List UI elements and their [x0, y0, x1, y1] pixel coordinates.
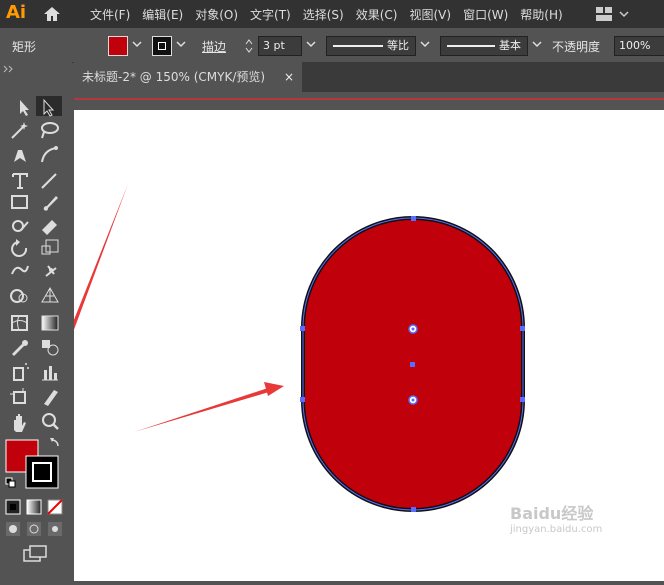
watermark-sub: jingyan.baidu.com: [510, 524, 603, 535]
rectangle-tool-icon[interactable]: [11, 195, 28, 209]
artboard-edge-line: [74, 98, 664, 100]
fill-swatch[interactable]: [108, 36, 128, 56]
document-tab-strip: 未标题-2* @ 150% (CMYK/预览) ×: [74, 62, 664, 92]
zoom-tool-icon[interactable]: [42, 413, 59, 430]
gradient-tool-icon[interactable]: [41, 315, 59, 331]
gradient-mode-icon[interactable]: [26, 499, 42, 515]
menu-select[interactable]: 选择(S): [299, 6, 352, 23]
menu-type[interactable]: 文字(T): [246, 6, 299, 23]
stroke-label[interactable]: 描边: [202, 38, 226, 55]
none-mode-icon[interactable]: [47, 499, 63, 515]
opacity-input[interactable]: 100%: [614, 36, 664, 56]
menu-edit[interactable]: 编辑(E): [138, 6, 191, 23]
opacity-label[interactable]: 不透明度: [552, 38, 600, 55]
screen-mode-icon[interactable]: [23, 545, 47, 562]
magic-wand-tool-icon[interactable]: [11, 122, 28, 139]
pen-tool-icon[interactable]: [14, 150, 26, 162]
chevron-down-icon[interactable]: [532, 39, 542, 49]
draw-normal-icon[interactable]: [6, 522, 20, 536]
chevron-down-icon[interactable]: [306, 39, 316, 49]
chevron-down-icon[interactable]: [132, 39, 142, 49]
draw-behind-icon[interactable]: [27, 522, 41, 536]
eyedropper-tool-icon[interactable]: [12, 340, 28, 356]
variable-width-profile[interactable]: 等比: [326, 36, 416, 56]
menu-window[interactable]: 窗口(W): [459, 6, 516, 23]
chevron-down-icon[interactable]: [176, 39, 186, 49]
perspective-grid-tool-icon[interactable]: [41, 286, 59, 303]
document-tab[interactable]: 未标题-2* @ 150% (CMYK/预览) ×: [74, 62, 302, 92]
paintbrush-tool-icon[interactable]: [43, 196, 58, 211]
eraser-tool-icon[interactable]: [42, 220, 57, 235]
curvature-tool-icon[interactable]: [41, 146, 58, 163]
column-graph-tool-icon[interactable]: [42, 366, 58, 381]
warp-tool-icon[interactable]: [11, 265, 29, 275]
watermark-text: Baidu经验: [510, 504, 594, 523]
watermark: Baidu经验 jingyan.baidu.com: [510, 500, 602, 535]
artboard-tool-icon[interactable]: [10, 388, 26, 404]
selection-tool-icon[interactable]: [20, 100, 29, 116]
type-tool-icon[interactable]: [12, 173, 28, 189]
brush-label: 基本: [499, 39, 521, 52]
artboard-canvas[interactable]: Baidu经验 jingyan.baidu.com: [58, 110, 664, 581]
main-menu: 文件(F) 编辑(E) 对象(O) 文字(T) 选择(S) 效果(C) 视图(V…: [86, 0, 571, 28]
blend-tool-icon[interactable]: [42, 340, 59, 356]
scale-tool-icon[interactable]: [41, 239, 59, 255]
draw-inside-icon[interactable]: [48, 522, 62, 536]
lasso-tool-icon[interactable]: [41, 122, 59, 139]
close-icon[interactable]: ×: [284, 62, 294, 92]
hand-tool-icon[interactable]: [14, 414, 26, 432]
default-fill-stroke-icon[interactable]: [5, 477, 16, 488]
color-mode-icon[interactable]: [5, 499, 21, 515]
profile-label: 等比: [387, 39, 409, 52]
stepper-icon[interactable]: [244, 37, 254, 55]
menu-file[interactable]: 文件(F): [86, 6, 138, 23]
swap-fill-stroke-icon[interactable]: [50, 438, 59, 447]
app-logo: Ai: [6, 2, 27, 23]
tools-panel-icons: [3, 65, 63, 562]
slice-tool-icon[interactable]: [44, 390, 58, 406]
annotation-arrows: [58, 184, 284, 432]
shaper-tool-icon[interactable]: [12, 220, 29, 232]
mesh-tool-icon[interactable]: [11, 315, 28, 331]
stroke-color-swatch[interactable]: [25, 455, 59, 489]
menu-object[interactable]: 对象(O): [191, 6, 246, 23]
menu-help[interactable]: 帮助(H): [516, 6, 570, 23]
selection-type-label: 矩形: [12, 40, 37, 54]
home-icon[interactable]: [42, 4, 62, 24]
menu-bar: Ai 文件(F) 编辑(E) 对象(O) 文字(T) 选择(S) 效果(C) 视…: [0, 0, 664, 28]
symbol-sprayer-tool-icon[interactable]: [13, 363, 29, 381]
stroke-swatch[interactable]: [152, 36, 172, 56]
rotate-tool-icon[interactable]: [11, 239, 28, 257]
menu-view[interactable]: 视图(V): [405, 6, 459, 23]
artboard-top-area: [74, 92, 664, 110]
brush-definition[interactable]: 基本: [440, 36, 528, 56]
line-tool-icon[interactable]: [41, 173, 57, 189]
document-tab-title: 未标题-2* @ 150% (CMYK/预览): [82, 70, 266, 84]
chevron-down-icon[interactable]: [420, 39, 430, 49]
stroke-weight-input[interactable]: 3 pt: [258, 36, 302, 56]
control-bar: 矩形 描边 3 pt 等比 基本 不透明度 100%: [0, 30, 664, 63]
shape-builder-tool-icon[interactable]: [10, 289, 28, 303]
puppet-warp-tool-icon[interactable]: [45, 265, 57, 277]
workspace-switcher-icon[interactable]: [594, 4, 634, 24]
menu-effect[interactable]: 效果(C): [352, 6, 406, 23]
tools-panel: [0, 62, 72, 581]
